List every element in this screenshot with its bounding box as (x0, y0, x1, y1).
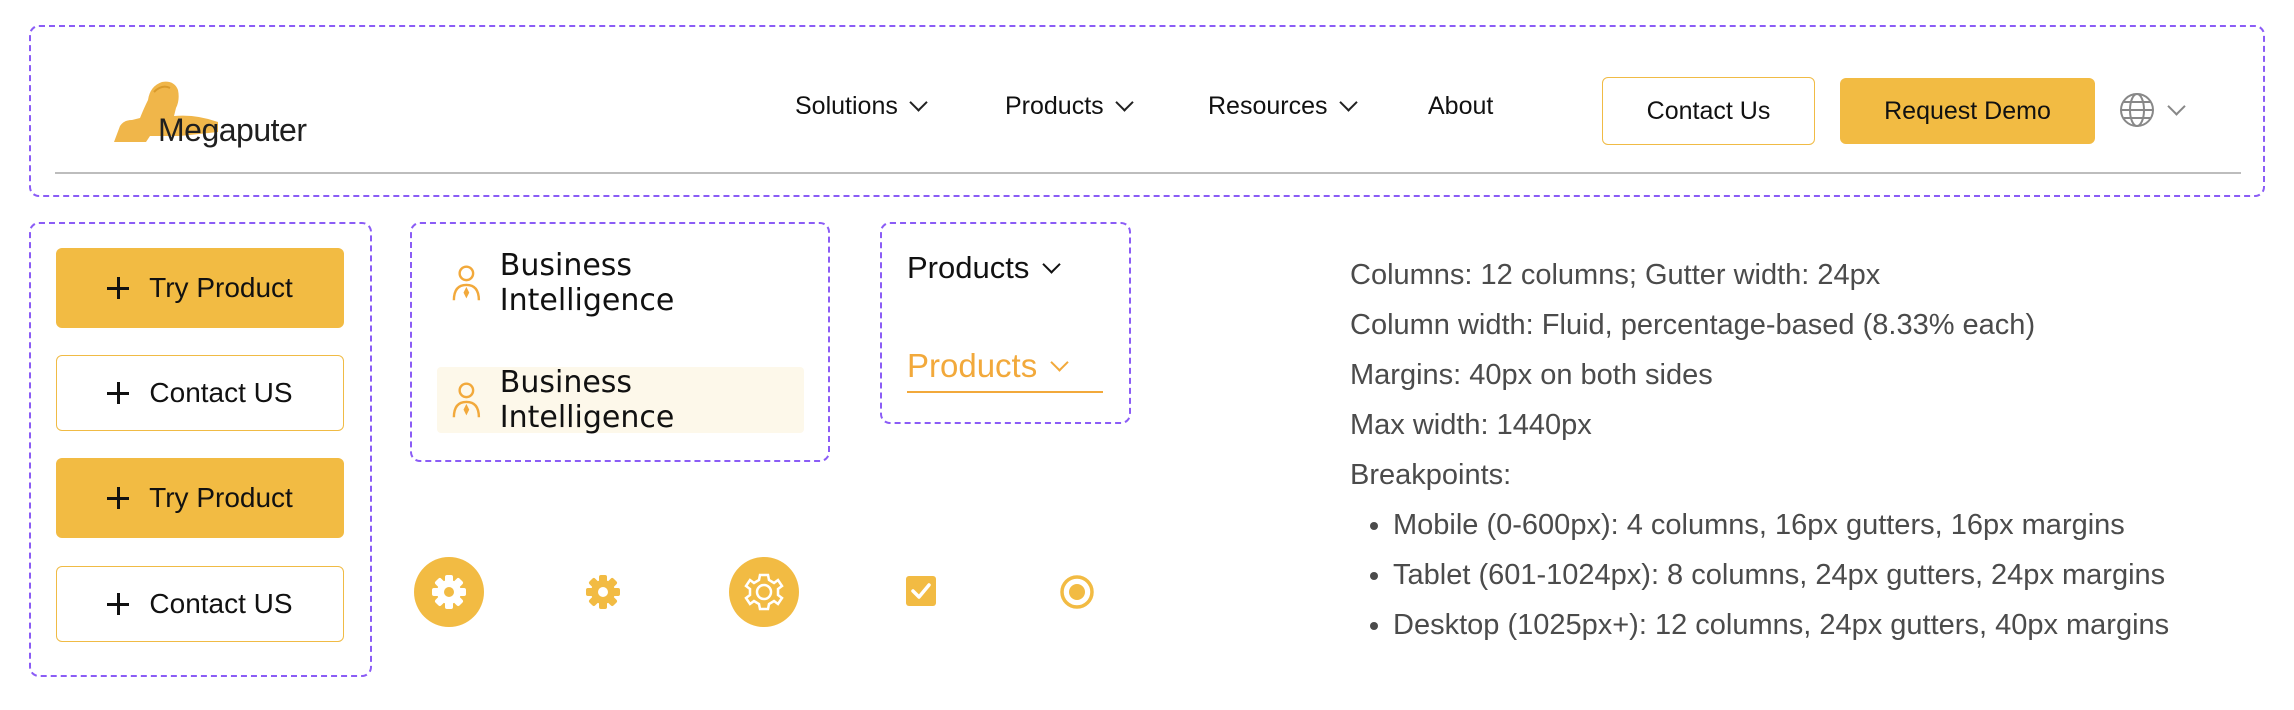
gear-outline-icon (729, 557, 799, 627)
person-icon (452, 265, 481, 301)
gear-button[interactable] (585, 574, 621, 610)
nav-item-about[interactable]: About (1428, 92, 1493, 121)
spec-line: Breakpoints: (1350, 459, 1512, 491)
request-demo-button[interactable]: Request Demo (1840, 78, 2095, 144)
menu-item-business-intelligence-hover[interactable]: Business Intelligence (437, 365, 804, 435)
button-label: Try Product (149, 482, 293, 513)
gear-outline-button[interactable] (729, 557, 799, 627)
chevron-down-icon (1114, 93, 1134, 112)
nav-item-solutions[interactable]: Solutions (795, 92, 928, 121)
breakpoint-item: Tablet (601-1024px): 8 columns, 24px gut… (1393, 550, 2169, 600)
chevron-down-icon (909, 93, 928, 112)
nav-item-resources[interactable]: Resources (1208, 92, 1358, 121)
nav-item-products[interactable]: Products (1005, 92, 1134, 121)
button-label: Contact US (149, 377, 293, 408)
contact-us-button[interactable]: Contact US (56, 355, 344, 431)
globe-icon[interactable] (2119, 92, 2155, 128)
chevron-down-icon (1338, 93, 1358, 112)
contact-us-button[interactable]: Contact Us (1602, 77, 1815, 145)
contact-us-button[interactable]: Contact US (56, 566, 344, 642)
plus-icon (107, 382, 130, 404)
button-label: Try Product (149, 272, 293, 303)
nav-label: About (1428, 92, 1494, 120)
person-icon (452, 382, 481, 418)
products-dropdown-hover[interactable]: Products (907, 347, 1103, 393)
gear-icon (414, 557, 484, 627)
breakpoint-item: Mobile (0-600px): 4 columns, 16px gutter… (1393, 500, 2169, 550)
spec-line: Column width: Fluid, percentage-based (8… (1350, 309, 2036, 341)
nav-label: Solutions (795, 92, 898, 120)
logo[interactable]: Megaputer (110, 74, 320, 154)
nav-label: Products (1005, 92, 1104, 120)
try-product-button[interactable]: Try Product (56, 458, 344, 538)
header-divider (55, 172, 2241, 174)
checkbox-checked-icon (906, 576, 936, 606)
dropdown-label: Products (907, 250, 1030, 285)
logo-text: Megaputer (158, 112, 307, 148)
plus-icon (107, 277, 130, 299)
grid-specs: Columns: 12 columns; Gutter width: 24px … (1350, 250, 2169, 650)
gear-icon (586, 575, 620, 609)
chevron-down-icon (1042, 254, 1062, 274)
spec-line: Max width: 1440px (1350, 409, 1592, 441)
products-dropdown[interactable]: Products (907, 250, 1062, 286)
button-label: Contact US (149, 588, 293, 619)
menu-item-label: Business Intelligence (499, 248, 675, 318)
plus-icon (107, 487, 130, 509)
breakpoint-list: Mobile (0-600px): 4 columns, 16px gutter… (1350, 500, 2169, 650)
spec-line: Columns: 12 columns; Gutter width: 24px (1350, 259, 1881, 291)
breakpoint-item: Desktop (1025px+): 12 columns, 24px gutt… (1393, 600, 2169, 650)
dropdown-label: Products (907, 347, 1038, 384)
spec-line: Margins: 40px on both sides (1350, 359, 1713, 391)
chevron-down-icon (1050, 352, 1069, 372)
menu-item-business-intelligence[interactable]: Business Intelligence (437, 248, 804, 318)
checkbox-checked[interactable] (905, 575, 937, 607)
radio-selected-icon (1060, 575, 1094, 609)
gear-button[interactable] (414, 557, 484, 627)
menu-item-label: Business Intelligence (499, 365, 675, 435)
nav-label: Resources (1208, 92, 1328, 120)
try-product-button[interactable]: Try Product (56, 248, 344, 328)
radio-selected[interactable] (1059, 574, 1095, 610)
plus-icon (107, 593, 130, 615)
